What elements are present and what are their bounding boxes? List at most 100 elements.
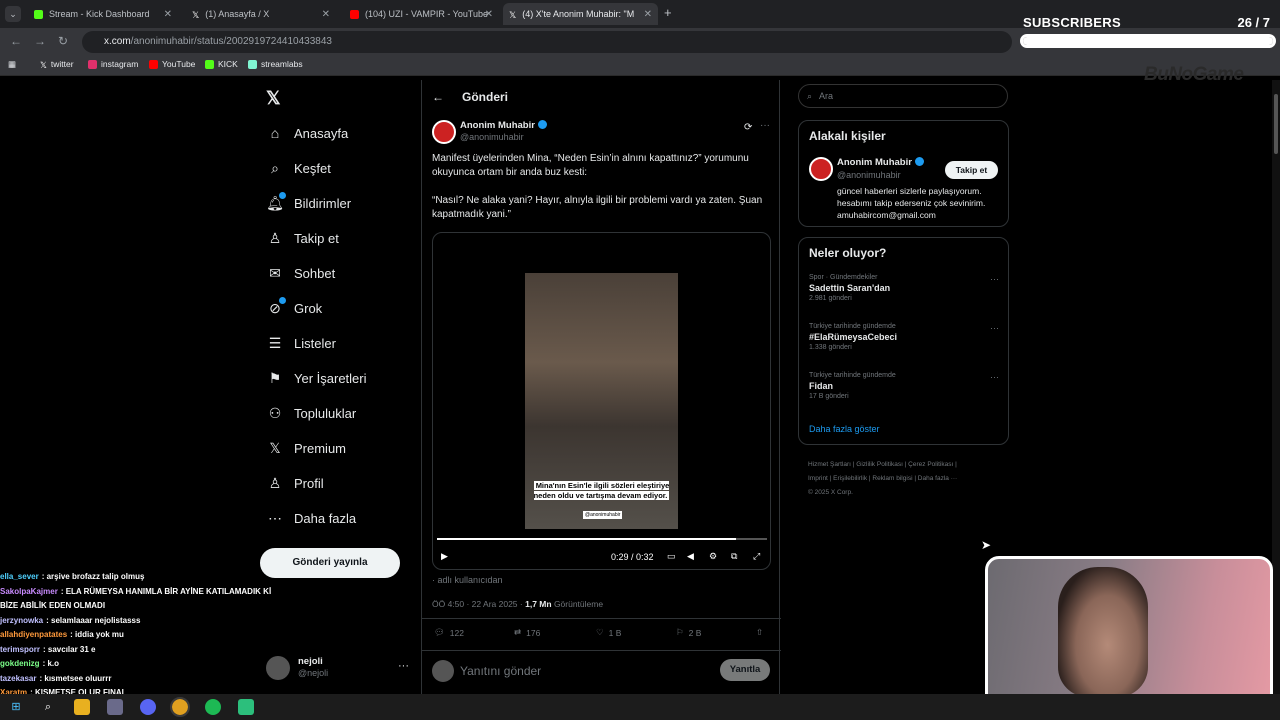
settings-icon[interactable]: ⚙ — [709, 551, 717, 562]
video-progress-fill — [437, 538, 736, 540]
post-source-text: adlı kullanıcıdan — [437, 575, 503, 585]
close-icon[interactable]: ✕ — [322, 9, 330, 20]
grok-explain-icon[interactable]: ⟳ — [744, 122, 752, 133]
bookmark-twitter[interactable]: 𝕏twitter — [40, 59, 74, 70]
copyright: © 2025 X Corp. — [808, 489, 853, 496]
apps-icon[interactable]: ▦ — [8, 59, 16, 70]
repost-count: 176 — [526, 627, 541, 638]
trend-item[interactable]: Türkiye tarihinde gündemde #ElaRümeysaCe… — [809, 323, 999, 351]
search-icon: ⌕ — [271, 160, 279, 176]
search-icon[interactable]: ⌕ — [40, 699, 56, 715]
reply-input[interactable]: Yanıtını gönder — [460, 664, 541, 678]
close-icon[interactable]: ✕ — [485, 9, 493, 20]
back-icon[interactable]: ← — [10, 34, 22, 48]
captions-icon[interactable]: ▭ — [667, 551, 676, 562]
fullscreen-icon[interactable]: ⤢ — [753, 551, 760, 562]
more-icon[interactable]: ··· — [990, 323, 999, 333]
bookmark-count: 2 B — [688, 627, 702, 638]
spotify-icon[interactable] — [205, 699, 221, 715]
tab-x-post[interactable]: 𝕏 (4) X'te Anonim Muhabir: "Man ✕ — [503, 3, 658, 25]
list-icon: ☰ — [268, 335, 282, 351]
nav-explore[interactable]: ⌕ Keşfet — [266, 156, 331, 180]
address-bar[interactable]: x.com/anonimuhabir/status/20029197244104… — [82, 31, 1012, 53]
page-header: ← Gönderi — [432, 90, 508, 104]
reply-button[interactable]: 💬︎ 122 — [434, 627, 464, 638]
bookmark-button[interactable]: ⚐ 2 B — [676, 627, 701, 638]
show-more-link[interactable]: Daha fazla göster — [809, 424, 880, 434]
tab-search-icon[interactable]: ⌄ — [5, 6, 21, 22]
video-player[interactable]: Mina'nın Esin'le ilgili sözleri eleştiri… — [432, 232, 771, 570]
author-avatar[interactable] — [809, 157, 833, 181]
nav-premium[interactable]: 𝕏 Premium — [266, 436, 346, 460]
app-icon[interactable] — [238, 699, 254, 715]
bookmark-streamlabs[interactable]: streamlabs — [248, 59, 303, 69]
nav-follow[interactable]: ♙ Takip et — [266, 226, 339, 250]
play-icon[interactable]: ▶ — [441, 551, 448, 562]
x-logo-icon[interactable]: 𝕏 — [266, 88, 281, 109]
forward-icon[interactable]: → — [34, 34, 46, 48]
close-icon[interactable]: ✕ — [644, 9, 652, 20]
more-icon[interactable]: ··· — [760, 120, 770, 131]
video-progress-bar[interactable] — [437, 538, 767, 540]
file-explorer-icon[interactable] — [74, 699, 90, 715]
like-button[interactable]: ♡ 1 B — [596, 627, 621, 638]
windows-start-icon[interactable]: ⊞ — [8, 699, 24, 715]
scrollbar[interactable] — [1272, 80, 1280, 694]
more-icon[interactable]: ··· — [990, 372, 999, 382]
reply-submit-button[interactable]: Yanıtla — [720, 659, 770, 681]
author-avatar[interactable] — [432, 120, 456, 144]
video-watermark: @anonimuhabir — [583, 511, 623, 519]
search-placeholder: Ara — [819, 91, 834, 101]
close-icon[interactable]: ✕ — [164, 9, 172, 20]
repost-button[interactable]: ⇄ 176 — [514, 627, 540, 638]
nav-communities[interactable]: ⚇ Topluluklar — [266, 401, 356, 425]
user-icon: ♙ — [268, 475, 282, 491]
nav-lists[interactable]: ☰ Listeler — [266, 331, 336, 355]
pip-icon[interactable]: ⧉ — [731, 551, 737, 562]
chrome-icon[interactable] — [170, 697, 190, 717]
volume-icon[interactable]: ◀ — [687, 551, 694, 562]
footer-link-row[interactable]: Imprint | Erişilebilirlik | Reklam bilgi… — [808, 472, 1008, 486]
author-name[interactable]: Anonim Muhabir — [460, 120, 547, 131]
chat-text: kısmetsee oluurrr — [44, 673, 112, 683]
follow-button[interactable]: Takip et — [945, 161, 998, 179]
scrollbar-thumb[interactable] — [1274, 94, 1278, 154]
communities-icon: ⚇ — [268, 405, 282, 421]
bookmark-instagram[interactable]: instagram — [88, 59, 138, 69]
nav-profile[interactable]: ♙ Profil — [266, 471, 324, 495]
related-name[interactable]: Anonim Muhabir — [837, 157, 924, 168]
share-icon[interactable]: ⇧ — [756, 627, 763, 638]
video-frame[interactable]: Mina'nın Esin'le ilgili sözleri eleştiri… — [525, 273, 678, 529]
more-icon[interactable]: ··· — [398, 660, 409, 672]
tab-x-home[interactable]: 𝕏 (1) Anasayfa / X ✕ — [186, 3, 336, 25]
post-timestamp[interactable]: ÖÖ 4:50 · 22 Ara 2025 · — [432, 599, 523, 609]
trend-item[interactable]: Spor · Gündemdekiler Sadettin Saran'dan … — [809, 274, 999, 302]
chat-message: ella_sever: arşive brofazz talip olmuş — [0, 570, 290, 585]
new-tab-icon[interactable]: + — [664, 5, 672, 20]
tab-youtube[interactable]: (104) UZI - VAMPIR - YouTube ✕ — [344, 3, 499, 25]
card-title: Alakalı kişiler — [809, 129, 886, 143]
nav-notifications[interactable]: 🔔︎ Bildirimler — [266, 191, 351, 215]
avatar — [432, 660, 454, 682]
nav-home[interactable]: ⌂ Anasayfa — [266, 121, 348, 145]
nav-more[interactable]: ⋯ Daha fazla — [266, 506, 356, 530]
x-icon: 𝕏 — [40, 59, 47, 70]
tab-kick-dashboard[interactable]: Stream - Kick Dashboard ✕ — [28, 3, 178, 25]
back-arrow-icon[interactable]: ← — [432, 90, 444, 104]
bookmark-label: instagram — [101, 59, 139, 69]
footer-link-row[interactable]: Hizmet Şartları | Gizlilik Politikası | … — [808, 458, 1008, 472]
trend-item[interactable]: Türkiye tarihinde gündemde Fidan 17 B gö… — [809, 372, 999, 400]
reload-icon[interactable]: ↻ — [58, 34, 68, 48]
more-icon[interactable]: ··· — [990, 274, 999, 284]
discord-icon[interactable] — [140, 699, 156, 715]
nav-bookmarks[interactable]: ⚑ Yer İşaretleri — [266, 366, 367, 390]
post-source[interactable]: · adlı kullanıcıdan — [432, 575, 503, 585]
nav-messages[interactable]: ✉ Sohbet — [266, 261, 335, 285]
nav-grok[interactable]: ⊘ Grok — [266, 296, 322, 320]
video-caption: Mina'nın Esin'le ilgili sözleri eleştiri… — [525, 481, 678, 501]
app-icon[interactable] — [107, 699, 123, 715]
bookmark-kick[interactable]: KICK — [205, 59, 238, 69]
nav-label: Keşfet — [294, 160, 331, 176]
search-input[interactable]: ⌕ Ara — [798, 84, 1008, 108]
bookmark-youtube[interactable]: YouTube — [149, 59, 195, 69]
